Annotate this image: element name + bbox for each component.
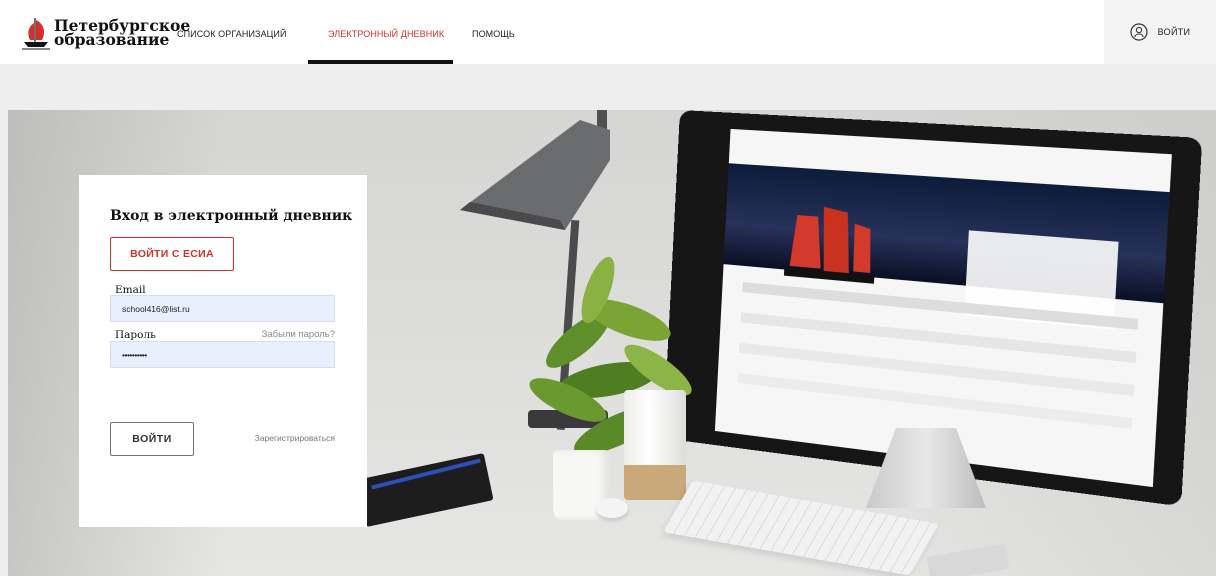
password-label: Пароль — [115, 329, 156, 341]
active-tab-indicator — [308, 60, 453, 64]
site-logo[interactable]: Петербургское образование — [22, 16, 190, 50]
register-link[interactable]: Зарегистрироваться — [255, 433, 335, 443]
logo-line-2: образование — [54, 30, 170, 49]
esia-login-button[interactable]: ВОЙТИ С ЕСИА — [110, 237, 234, 271]
user-icon — [1130, 23, 1148, 41]
login-button[interactable]: ВОЙТИ — [110, 422, 194, 456]
ship-logo-icon — [22, 18, 50, 50]
forgot-password-link[interactable]: Забыли пароль? — [262, 329, 335, 340]
nav-help[interactable]: ПОМОЩЬ — [472, 29, 515, 39]
header-login-label: ВОЙТИ — [1157, 27, 1191, 37]
header-login-button[interactable]: ВОЙТИ — [1104, 0, 1216, 64]
mouse — [596, 498, 628, 518]
page: Петербургское образование СПИСОК ОРГАНИЗ… — [0, 0, 1216, 576]
login-title: Вход в электронный дневник — [110, 208, 353, 224]
login-card: Вход в электронный дневник ВОЙТИ С ЕСИА … — [79, 175, 367, 527]
top-header: Петербургское образование СПИСОК ОРГАНИЗ… — [0, 0, 1216, 64]
password-field[interactable]: •••••••••• — [110, 341, 335, 368]
email-field[interactable]: school416@list.ru — [110, 295, 335, 322]
lamp-shade — [460, 120, 610, 230]
nav-organizations[interactable]: СПИСОК ОРГАНИЗАЦИЙ — [177, 29, 287, 39]
nav-electronic-diary[interactable]: ЭЛЕКТРОННЫЙ ДНЕВНИК — [328, 29, 444, 39]
